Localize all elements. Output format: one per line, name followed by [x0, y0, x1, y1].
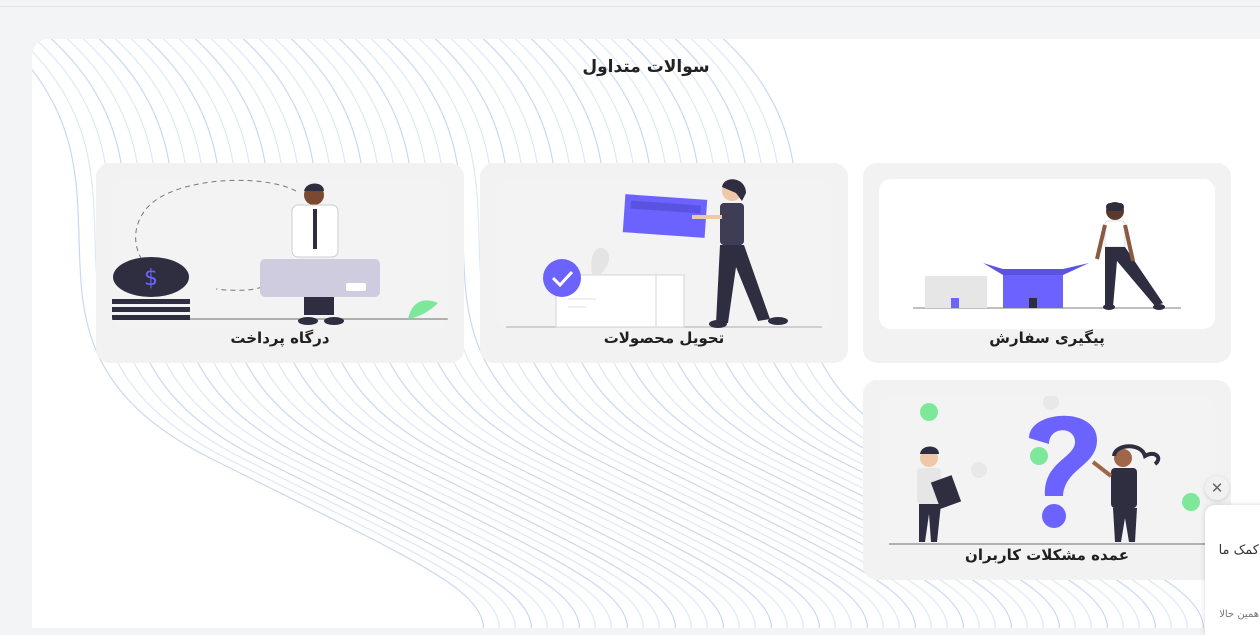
faq-card-order-tracking[interactable]: پیگیری سفارش: [863, 163, 1231, 363]
faq-card-common-user-problems[interactable]: عمده مشکلات کاربران: [863, 380, 1231, 580]
page-title: سوالات متداول: [582, 57, 710, 77]
faq-card-payment-gateway[interactable]: $ درگاه پرداخت: [96, 163, 464, 363]
payment-gateway-illustration: $: [112, 179, 448, 329]
top-divider: [0, 6, 1260, 7]
card-label: درگاه پرداخت: [230, 329, 330, 347]
order-tracking-illustration: [879, 179, 1215, 329]
card-label: پیگیری سفارش: [989, 329, 1105, 347]
chat-widget-close-button[interactable]: ✕: [1205, 476, 1229, 500]
chat-widget-subtitle: همین حالا: [1219, 609, 1259, 620]
chat-widget-title: کمک ما: [1218, 543, 1259, 558]
common-problems-illustration: [879, 396, 1215, 546]
product-delivery-illustration: [496, 179, 832, 329]
card-label: عمده مشکلات کاربران: [965, 546, 1129, 564]
card-label: تحویل محصولات: [603, 329, 725, 347]
faq-card-product-delivery[interactable]: تحویل محصولات: [480, 163, 848, 363]
faq-panel: سوالات متداول پیگیری سفارش تحویل محصولات…: [32, 39, 1260, 628]
close-icon: ✕: [1210, 479, 1224, 497]
svg-text:$: $: [144, 266, 158, 291]
chat-widget[interactable]: کمک ما همین حالا: [1205, 505, 1260, 635]
